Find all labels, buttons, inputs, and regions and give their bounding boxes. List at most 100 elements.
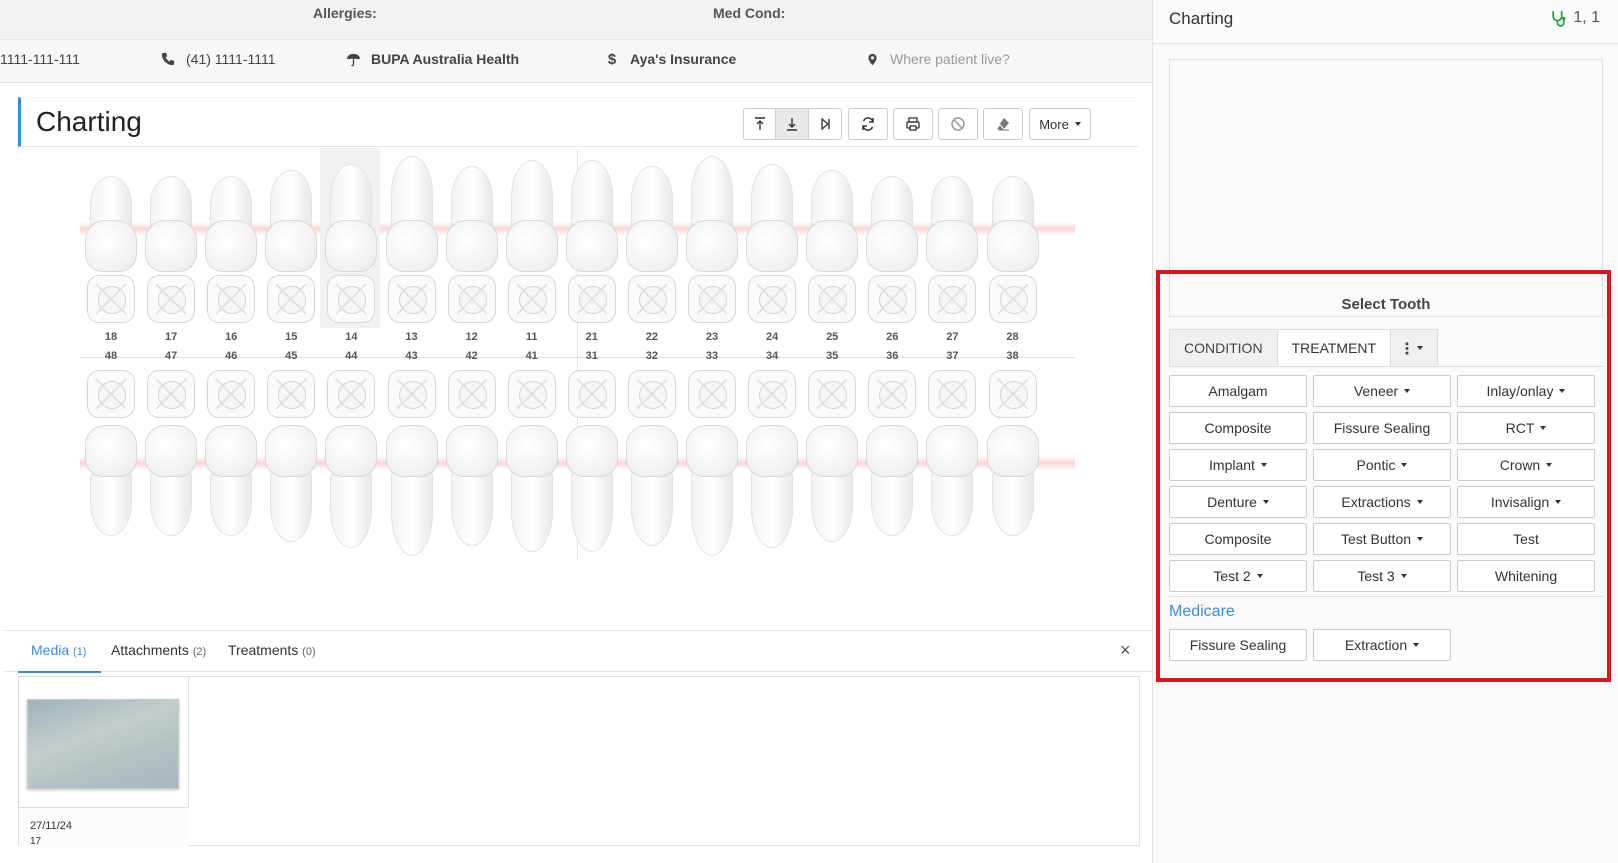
tooth-occlusal-surface[interactable]	[147, 275, 196, 323]
tooth-33[interactable]	[681, 370, 743, 565]
tab-attachments[interactable]: Attachments (2)	[111, 642, 206, 658]
tooth-occlusal-surface[interactable]	[868, 275, 917, 323]
tab-treatment[interactable]: TREATMENT	[1276, 329, 1392, 367]
treatment-button[interactable]: Composite	[1169, 412, 1307, 444]
treatment-button[interactable]: Extractions	[1313, 486, 1451, 518]
treatment-button[interactable]: Test Button	[1313, 523, 1451, 555]
tooth-occlusal-surface[interactable]	[928, 275, 977, 323]
tooth-28[interactable]	[982, 150, 1044, 350]
tooth-occlusal-surface[interactable]	[988, 275, 1037, 323]
tooth-occlusal-surface[interactable]	[627, 275, 676, 323]
tooth-12[interactable]	[441, 150, 503, 350]
tooth-13[interactable]	[381, 150, 443, 350]
cancel-button[interactable]	[938, 108, 978, 140]
tooth-occlusal-surface[interactable]	[207, 275, 256, 323]
tooth-occlusal-surface[interactable]	[627, 370, 676, 418]
tooth-32[interactable]	[621, 370, 683, 565]
tooth-46[interactable]	[200, 370, 262, 565]
tooth-occlusal-surface[interactable]	[267, 370, 316, 418]
tooth-17[interactable]	[140, 150, 202, 350]
tooth-38[interactable]	[982, 370, 1044, 565]
tooth-occlusal-surface[interactable]	[447, 370, 496, 418]
tooth-occlusal-surface[interactable]	[387, 370, 436, 418]
tooth-34[interactable]	[741, 370, 803, 565]
tab-treatments[interactable]: Treatments (0)	[228, 642, 316, 658]
treatment-button[interactable]: Amalgam	[1169, 375, 1307, 407]
tooth-42[interactable]	[441, 370, 503, 565]
tooth-24[interactable]	[741, 150, 803, 350]
tooth-occlusal-surface[interactable]	[808, 275, 857, 323]
more-dropdown[interactable]: More	[1029, 108, 1091, 140]
treatment-button[interactable]: Whitening	[1457, 560, 1595, 592]
step-forward-button[interactable]	[808, 108, 842, 140]
treatment-button[interactable]: Crown	[1457, 449, 1595, 481]
tooth-occlusal-surface[interactable]	[387, 275, 436, 323]
tooth-25[interactable]	[801, 150, 863, 350]
tooth-occlusal-surface[interactable]	[207, 370, 256, 418]
treatment-button[interactable]: Test 3	[1313, 560, 1451, 592]
tooth-occlusal-surface[interactable]	[507, 275, 556, 323]
tooth-36[interactable]	[861, 370, 923, 565]
tooth-occlusal-surface[interactable]	[928, 370, 977, 418]
tab-condition[interactable]: CONDITION	[1169, 329, 1278, 367]
tooth-occlusal-surface[interactable]	[688, 275, 736, 323]
tooth-21[interactable]	[561, 150, 623, 350]
tooth-11[interactable]	[501, 150, 563, 350]
print-button[interactable]	[893, 108, 933, 140]
tooth-43[interactable]	[381, 370, 443, 565]
medicare-button[interactable]: Fissure Sealing	[1169, 629, 1307, 661]
tooth-18[interactable]	[80, 150, 142, 350]
treatment-button[interactable]: Invisalign	[1457, 486, 1595, 518]
treatment-button[interactable]: Test	[1457, 523, 1595, 555]
tooth-occlusal-surface[interactable]	[327, 370, 376, 418]
tooth-occlusal-surface[interactable]	[567, 275, 616, 323]
tooth-23[interactable]	[681, 150, 743, 350]
lower-jaw-button[interactable]	[775, 108, 809, 140]
tooth-22[interactable]	[621, 150, 683, 350]
treatment-button[interactable]: Veneer	[1313, 375, 1451, 407]
tab-more-dropdown[interactable]	[1390, 329, 1439, 367]
tooth-occlusal-surface[interactable]	[87, 370, 135, 418]
patient-insurance[interactable]: $ Aya's Insurance	[604, 51, 736, 68]
tooth-occlusal-surface[interactable]	[567, 370, 616, 418]
tooth-48[interactable]	[80, 370, 142, 565]
close-icon[interactable]: ×	[1120, 640, 1131, 661]
treatment-button[interactable]: RCT	[1457, 412, 1595, 444]
tooth-14[interactable]	[320, 150, 382, 350]
tooth-occlusal-surface[interactable]	[267, 275, 316, 323]
patient-phone[interactable]: (41) 1111-1111	[160, 51, 276, 67]
treatment-button[interactable]: Pontic	[1313, 449, 1451, 481]
treatment-button[interactable]: Inlay/onlay	[1457, 375, 1595, 407]
tooth-16[interactable]	[200, 150, 262, 350]
tooth-26[interactable]	[861, 150, 923, 350]
media-item[interactable]: 27/11/24 17	[19, 677, 189, 847]
tooth-occlusal-surface[interactable]	[868, 370, 917, 418]
tooth-occlusal-surface[interactable]	[147, 370, 196, 418]
tooth-27[interactable]	[921, 150, 983, 350]
treatment-button[interactable]: Denture	[1169, 486, 1307, 518]
medicare-button[interactable]: Extraction	[1313, 629, 1451, 661]
tooth-15[interactable]	[260, 150, 322, 350]
treatment-button[interactable]: Composite	[1169, 523, 1307, 555]
treatment-button[interactable]: Implant	[1169, 449, 1307, 481]
tooth-occlusal-surface[interactable]	[748, 275, 797, 323]
treatment-button[interactable]: Fissure Sealing	[1313, 412, 1451, 444]
tooth-occlusal-surface[interactable]	[87, 275, 135, 323]
tooth-47[interactable]	[140, 370, 202, 565]
tooth-occlusal-surface[interactable]	[988, 370, 1037, 418]
patient-address[interactable]: Where patient live?	[864, 51, 1010, 67]
tooth-occlusal-surface[interactable]	[327, 275, 376, 323]
tooth-occlusal-surface[interactable]	[507, 370, 556, 418]
tooth-occlusal-surface[interactable]	[748, 370, 797, 418]
tooth-occlusal-surface[interactable]	[447, 275, 496, 323]
refresh-button[interactable]	[848, 108, 888, 140]
patient-fund[interactable]: BUPA Australia Health	[345, 51, 519, 67]
tooth-41[interactable]	[501, 370, 563, 565]
upper-jaw-button[interactable]	[743, 108, 776, 140]
tooth-31[interactable]	[561, 370, 623, 565]
tooth-35[interactable]	[801, 370, 863, 565]
tooth-44[interactable]	[320, 370, 382, 565]
tab-media[interactable]: Media (1)	[31, 642, 86, 658]
eraser-button[interactable]	[983, 108, 1023, 140]
tooth-37[interactable]	[921, 370, 983, 565]
